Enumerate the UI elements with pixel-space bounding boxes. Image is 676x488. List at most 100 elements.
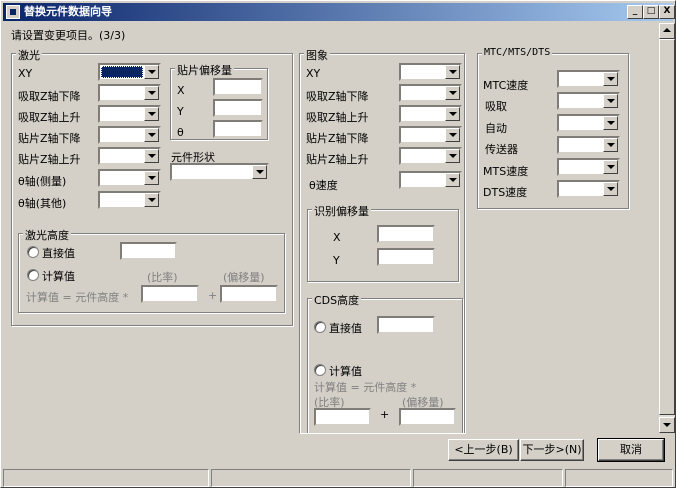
chevron-down-icon[interactable] — [603, 72, 618, 86]
minimize-button[interactable]: _ — [627, 5, 643, 19]
offset-x-field[interactable] — [213, 78, 263, 96]
recog-x-label: X — [333, 231, 341, 244]
laser-place-z-down-label: 贴片Z轴下降 — [18, 132, 81, 145]
laser-plus-label: + — [208, 289, 218, 302]
cancel-button[interactable]: 取消 — [597, 438, 665, 462]
image-place-z-down-label: 贴片Z轴下降 — [306, 132, 369, 145]
scroll-down-button[interactable] — [659, 417, 675, 433]
image-pick-z-down-select[interactable] — [399, 84, 462, 102]
recog-offset-group: 识别偏移量 — [307, 203, 459, 282]
mtc-speed-label: MTC速度 — [483, 79, 529, 92]
laser-pick-z-up-select[interactable] — [98, 105, 161, 123]
recog-x-field[interactable] — [377, 225, 435, 243]
laser-pick-z-up-label: 吸取Z轴上升 — [18, 111, 81, 124]
image-xy-select[interactable] — [399, 63, 462, 81]
laser-offset-label: (偏移量) — [223, 271, 265, 284]
chevron-down-icon[interactable] — [603, 182, 618, 196]
image-theta-speed-select[interactable] — [399, 171, 462, 189]
laser-theta-measure-label: θ轴(侧量) — [18, 175, 67, 188]
laser-ratio-label: (比率) — [147, 271, 178, 284]
offset-y-field[interactable] — [213, 99, 263, 117]
cds-direct-radio[interactable] — [314, 321, 326, 333]
mtc-group-title: MTC/MTS/DTS — [482, 47, 553, 58]
image-place-z-up-select[interactable] — [399, 147, 462, 165]
status-pane-1 — [3, 469, 209, 487]
cds-ratio-field[interactable] — [314, 408, 371, 426]
image-place-z-down-select[interactable] — [399, 126, 462, 144]
mtc-conveyor-label: 传送器 — [485, 143, 518, 156]
shape-select[interactable] — [170, 163, 269, 181]
scroll-up-button[interactable] — [659, 23, 675, 39]
laser-pick-z-down-select[interactable] — [98, 84, 161, 102]
cds-offset-field[interactable] — [399, 408, 456, 426]
laser-ratio-field[interactable] — [141, 285, 199, 303]
prev-button[interactable]: <上一步(B) — [448, 439, 519, 461]
prompt-text: 请设置变更项目。(3/3) — [11, 29, 126, 42]
cds-calc-label: 计算值 — [329, 365, 362, 378]
scroll-thumb[interactable] — [659, 39, 675, 415]
chevron-down-icon[interactable] — [445, 149, 460, 163]
laser-direct-field[interactable] — [120, 242, 177, 260]
vertical-scrollbar[interactable] — [659, 23, 675, 433]
chevron-down-icon[interactable] — [445, 173, 460, 187]
chevron-down-icon[interactable] — [603, 116, 618, 130]
laser-theta-other-select[interactable] — [98, 191, 161, 209]
image-group-title: 图象 — [304, 47, 330, 63]
offset-x-label: X — [177, 84, 185, 97]
offset-y-label: Y — [177, 105, 184, 118]
laser-theta-measure-select[interactable] — [98, 169, 161, 187]
maximize-button[interactable]: □ — [643, 5, 659, 19]
title-bar: 替换元件数据向导 _ □ X — [3, 3, 675, 21]
chevron-down-icon[interactable] — [144, 149, 159, 163]
chevron-down-icon[interactable] — [603, 138, 618, 152]
dts-speed-select[interactable] — [557, 180, 620, 198]
laser-xy-label: XY — [18, 67, 33, 80]
chevron-down-icon[interactable] — [603, 160, 618, 174]
mtc-conveyor-select[interactable] — [557, 136, 620, 154]
image-place-z-up-label: 贴片Z轴上升 — [306, 153, 369, 166]
chevron-down-icon[interactable] — [144, 107, 159, 121]
cds-direct-label: 直接值 — [329, 322, 362, 335]
laser-calc-radio[interactable] — [27, 269, 39, 281]
laser-offset-field[interactable] — [220, 285, 278, 303]
close-button[interactable]: X — [659, 5, 675, 19]
next-button[interactable]: 下一步>(N) — [520, 439, 584, 461]
chevron-down-icon[interactable] — [144, 65, 159, 79]
laser-place-z-down-select[interactable] — [98, 126, 161, 144]
laser-direct-radio[interactable] — [27, 246, 39, 258]
chevron-down-icon[interactable] — [603, 94, 618, 108]
laser-place-z-up-select[interactable] — [98, 147, 161, 165]
cds-direct-field[interactable] — [377, 316, 435, 334]
mtc-pick-label: 吸取 — [485, 100, 507, 113]
chevron-down-icon[interactable] — [252, 165, 267, 179]
cds-calc-radio[interactable] — [314, 364, 326, 376]
cds-plus-label: + — [380, 408, 390, 421]
image-pick-z-down-label: 吸取Z轴下降 — [306, 90, 369, 103]
image-theta-speed-label: θ速度 — [309, 179, 338, 192]
chevron-up-icon — [663, 28, 671, 32]
chevron-down-icon[interactable] — [144, 128, 159, 142]
mts-speed-select[interactable] — [557, 158, 620, 176]
laser-xy-select[interactable] — [98, 63, 161, 81]
laser-direct-label: 直接值 — [42, 247, 75, 260]
chevron-down-icon[interactable] — [144, 193, 159, 207]
chevron-down-icon[interactable] — [144, 171, 159, 185]
mtc-auto-select[interactable] — [557, 114, 620, 132]
cds-height-title: CDS高度 — [312, 292, 362, 308]
offset-theta-label: θ — [177, 126, 184, 139]
chevron-down-icon[interactable] — [445, 128, 460, 142]
mtc-pick-select[interactable] — [557, 92, 620, 110]
offset-theta-field[interactable] — [213, 120, 263, 138]
recog-y-field[interactable] — [377, 248, 435, 266]
mtc-speed-select[interactable] — [557, 70, 620, 88]
dts-speed-label: DTS速度 — [483, 186, 528, 199]
chevron-down-icon[interactable] — [445, 86, 460, 100]
chevron-down-icon[interactable] — [445, 65, 460, 79]
chevron-down-icon[interactable] — [445, 107, 460, 121]
laser-pick-z-down-label: 吸取Z轴下降 — [18, 90, 81, 103]
laser-place-z-up-label: 贴片Z轴上升 — [18, 153, 81, 166]
image-pick-z-up-select[interactable] — [399, 105, 462, 123]
chevron-down-icon[interactable] — [144, 86, 159, 100]
laser-theta-other-label: θ轴(其他) — [18, 197, 67, 210]
image-xy-label: XY — [306, 67, 321, 80]
